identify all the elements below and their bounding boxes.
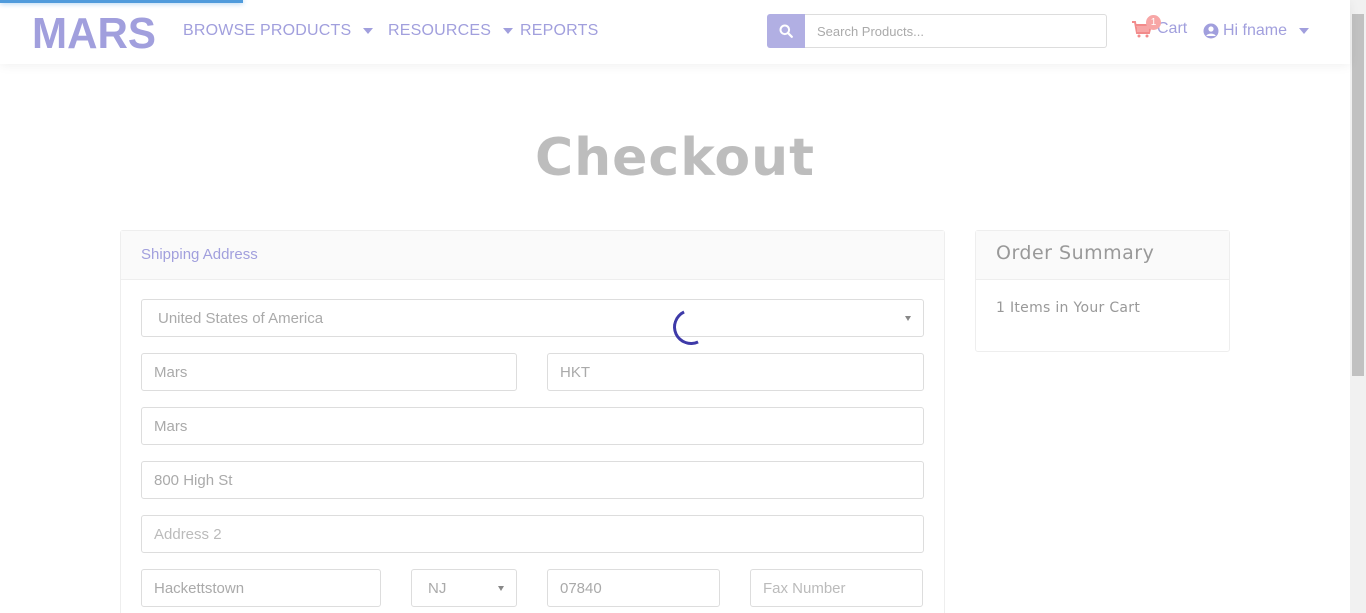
top-navbar: MARS BROWSE PRODUCTS RESOURCES REPORTS 1… xyxy=(0,0,1350,64)
address1-field[interactable]: 800 High St xyxy=(141,461,924,499)
svg-text:MARS: MARS xyxy=(32,12,156,52)
mars-logo[interactable]: MARS xyxy=(32,12,156,52)
nav-resources[interactable]: RESOURCES xyxy=(388,22,514,40)
search-button[interactable] xyxy=(767,14,805,48)
company-field[interactable]: Mars xyxy=(141,407,924,445)
zip-field[interactable]: 07840 xyxy=(547,569,720,607)
cart-count-badge: 1 xyxy=(1146,15,1161,30)
country-value: United States of America xyxy=(158,309,324,327)
page-loading-bar xyxy=(0,0,243,3)
zip-value: 07840 xyxy=(560,579,602,597)
chevron-down-icon xyxy=(363,28,374,34)
first-name-field[interactable]: Mars xyxy=(141,353,517,391)
city-value: Hackettstown xyxy=(154,579,245,597)
country-select[interactable]: United States of America xyxy=(141,299,924,337)
nav-reports[interactable]: REPORTS xyxy=(520,22,598,40)
select-arrow-icon xyxy=(905,315,911,321)
cart-items-count-text: 1 Items in Your Cart xyxy=(996,300,1141,316)
company-value: Mars xyxy=(154,417,188,435)
chevron-down-icon xyxy=(1299,28,1310,34)
user-menu[interactable]: Hi fname xyxy=(1203,22,1310,40)
last-name-value: HKT xyxy=(560,363,590,381)
user-greeting: Hi fname xyxy=(1223,22,1288,39)
order-summary-heading: Order Summary xyxy=(976,231,1229,280)
search-input[interactable] xyxy=(805,14,1107,48)
shipping-address-heading: Shipping Address xyxy=(121,231,944,280)
cart-link[interactable]: 1 Cart xyxy=(1131,15,1188,38)
search-icon xyxy=(779,24,793,38)
address1-value: 800 High St xyxy=(154,471,233,489)
order-summary-panel: Order Summary 1 Items in Your Cart xyxy=(975,230,1230,352)
page-title: Checkout xyxy=(534,128,816,188)
scrollbar-thumb[interactable] xyxy=(1352,14,1364,376)
fax-placeholder: Fax Number xyxy=(763,579,846,597)
fax-field[interactable]: Fax Number xyxy=(750,569,923,607)
state-select[interactable]: NJ xyxy=(411,569,517,607)
select-arrow-icon xyxy=(498,585,504,591)
state-value: NJ xyxy=(428,579,447,597)
nav-browse-products[interactable]: BROWSE PRODUCTS xyxy=(183,22,374,40)
first-name-value: Mars xyxy=(154,363,188,381)
last-name-field[interactable]: HKT xyxy=(547,353,924,391)
nav-browse-products-label: BROWSE PRODUCTS xyxy=(183,22,352,39)
address2-field[interactable]: Address 2 xyxy=(141,515,924,553)
nav-resources-label: RESOURCES xyxy=(388,22,492,39)
address2-placeholder: Address 2 xyxy=(154,525,222,543)
user-circle-icon xyxy=(1203,23,1219,39)
city-field[interactable]: Hackettstown xyxy=(141,569,381,607)
cart-label: Cart xyxy=(1157,20,1188,37)
nav-reports-label: REPORTS xyxy=(520,22,599,39)
chevron-down-icon xyxy=(503,28,514,34)
